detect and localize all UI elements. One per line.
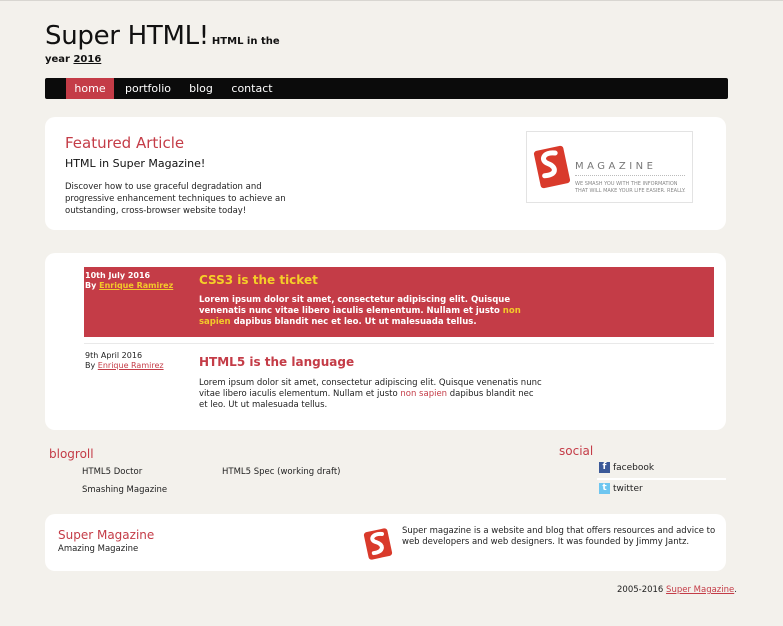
- footer-description: Super magazine is a website and blog tha…: [402, 526, 716, 547]
- byline-prefix: By: [85, 281, 97, 290]
- body-link[interactable]: non sapien: [400, 389, 447, 399]
- article-body: Lorem ipsum dolor sit amet, consectetur …: [199, 378, 544, 411]
- article-body: Lorem ipsum dolor sit amet, consectetur …: [199, 295, 544, 328]
- article-date: 10th July 2016: [85, 271, 151, 280]
- byline-prefix: By: [85, 361, 96, 370]
- facebook-icon: f: [599, 462, 610, 473]
- author-link[interactable]: Enrique Ramirez: [98, 361, 164, 370]
- social-link-facebook[interactable]: f facebook: [599, 462, 654, 473]
- twitter-icon: t: [599, 483, 610, 494]
- copyright-suffix: .: [734, 585, 737, 595]
- article-byline: By Enrique Ramirez: [85, 281, 173, 291]
- copyright-years: 2005-2016: [617, 585, 664, 595]
- copyright: 2005-2016 Super Magazine.: [617, 585, 737, 595]
- article-title[interactable]: CSS3 is the ticket: [199, 273, 318, 287]
- social-label: facebook: [613, 462, 655, 473]
- body-text: dapibus blandit nec et leo. Ut ut malesu…: [233, 317, 477, 327]
- nav-item-portfolio[interactable]: portfolio: [122, 78, 174, 99]
- site-title-main: Super HTML!: [45, 21, 209, 51]
- article-item: 10th July 2016 By Enrique Ramirez CSS3 i…: [84, 267, 714, 337]
- footer-title: Super Magazine: [58, 528, 155, 542]
- article-meta: 9th April 2016 By Enrique Ramirez: [85, 351, 164, 371]
- author-link[interactable]: Enrique Ramirez: [99, 281, 173, 290]
- social-divider: [597, 478, 726, 480]
- s-logo-icon: [363, 528, 393, 560]
- tagline-year-link[interactable]: 2016: [73, 54, 101, 65]
- article-item: 9th April 2016 By Enrique Ramirez HTML5 …: [84, 343, 714, 414]
- featured-text: Discover how to use graceful degradation…: [65, 182, 286, 216]
- copyright-link[interactable]: Super Magazine: [666, 585, 734, 595]
- social-label: twitter: [613, 483, 643, 494]
- body-text: Lorem ipsum dolor sit amet, consectetur …: [199, 295, 511, 316]
- main-nav: home portfolio blog contact: [45, 78, 728, 99]
- nav-item-blog[interactable]: blog: [185, 78, 217, 99]
- article-byline: By Enrique Ramirez: [85, 361, 164, 371]
- article-meta: 10th July 2016 By Enrique Ramirez: [85, 271, 173, 291]
- tagline-prefix: year: [45, 54, 70, 65]
- blogroll-link[interactable]: HTML5 Doctor: [82, 467, 142, 477]
- site-title: Super HTML! HTML in the: [45, 21, 280, 51]
- magazine-logo: MAGAZINE WE SMASH YOU WITH THE INFORMATI…: [526, 131, 693, 203]
- site-title-small: HTML in the: [211, 36, 280, 47]
- footer-subtitle: Amazing Magazine: [58, 544, 139, 554]
- nav-item-contact[interactable]: contact: [229, 78, 275, 99]
- blogroll-link[interactable]: Smashing Magazine: [82, 485, 167, 495]
- article-title[interactable]: HTML5 is the language: [199, 355, 354, 369]
- footer-s-logo: [360, 527, 396, 564]
- social-heading: social: [559, 444, 594, 458]
- social-link-twitter[interactable]: t twitter: [599, 483, 643, 494]
- s-logo-icon: [533, 145, 571, 189]
- nav-item-home[interactable]: home: [66, 78, 114, 99]
- site-tagline: year 2016: [45, 54, 101, 65]
- blogroll-heading: blogroll: [49, 447, 94, 461]
- article-date: 9th April 2016: [85, 351, 143, 360]
- blogroll-link[interactable]: HTML5 Spec (working draft): [222, 467, 340, 477]
- logo-divider: [575, 175, 685, 176]
- featured-subheading[interactable]: HTML in Super Magazine!: [65, 157, 205, 170]
- magazine-wordmark: MAGAZINE: [575, 161, 657, 172]
- magazine-tagline: WE SMASH YOU WITH THE INFORMATION THAT W…: [575, 181, 686, 194]
- featured-heading: Featured Article: [65, 134, 185, 152]
